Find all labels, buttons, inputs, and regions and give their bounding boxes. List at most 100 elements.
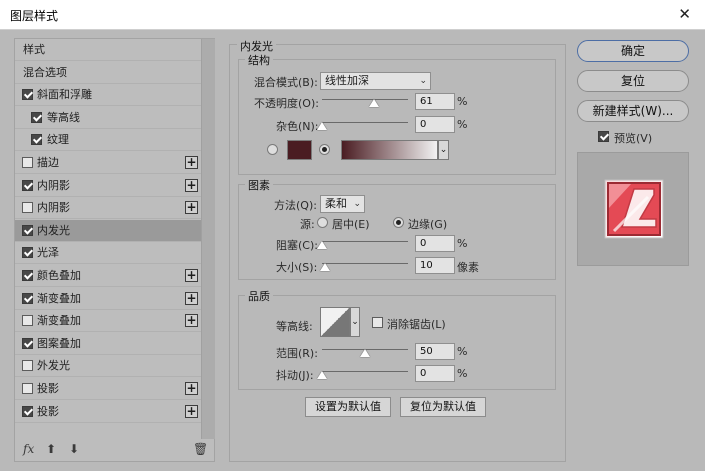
layer-style-item[interactable]: 纹理: [15, 129, 201, 152]
method-select[interactable]: 柔和 ⌄: [320, 195, 365, 213]
trash-icon[interactable]: 🗑: [193, 442, 208, 456]
opacity-input[interactable]: 61: [415, 93, 455, 110]
layer-style-item[interactable]: 渐变叠加 +: [15, 310, 201, 333]
style-item-label: 混合选项: [23, 65, 67, 79]
style-item-label: 纹理: [47, 133, 69, 147]
style-item-label: 内阴影: [37, 178, 70, 192]
layer-style-item[interactable]: 描边 +: [15, 152, 201, 174]
quality-title: 品质: [245, 288, 273, 304]
layer-style-item[interactable]: 等高线: [15, 107, 201, 129]
style-checkbox[interactable]: [22, 157, 33, 168]
size-input[interactable]: 10: [415, 257, 455, 274]
size-slider-thumb[interactable]: [320, 263, 331, 271]
style-checkbox[interactable]: [22, 405, 33, 417]
styles-list-scrollbar[interactable]: [201, 39, 215, 439]
style-checkbox[interactable]: [22, 315, 33, 327]
jitter-slider[interactable]: [322, 371, 408, 372]
range-slider-thumb[interactable]: [360, 349, 370, 357]
range-label: 范围(R):: [276, 347, 318, 360]
source-center-radio[interactable]: [317, 217, 328, 228]
reset-default-button[interactable]: 复位为默认值: [400, 397, 486, 417]
add-effect-icon[interactable]: +: [185, 178, 198, 192]
move-down-icon[interactable]: ⬇: [69, 442, 79, 456]
source-edge-radio[interactable]: [393, 217, 404, 228]
anti-alias-label[interactable]: 消除锯齿(L): [387, 316, 446, 332]
blend-mode-select[interactable]: 线性加深 ⌄: [320, 72, 431, 90]
noise-slider[interactable]: [322, 122, 408, 123]
style-checkbox[interactable]: [22, 383, 33, 394]
layer-style-item[interactable]: 内阴影 +: [15, 197, 201, 220]
layer-style-item[interactable]: 渐变叠加 +: [15, 288, 201, 310]
choke-input[interactable]: 0: [415, 235, 455, 252]
add-effect-icon[interactable]: +: [185, 291, 198, 305]
add-effect-icon[interactable]: +: [185, 269, 198, 282]
choke-slider[interactable]: [322, 241, 408, 242]
gradient-radio[interactable]: [319, 144, 330, 155]
new-style-button[interactable]: 新建样式(W)...: [577, 100, 689, 122]
choke-slider-thumb[interactable]: [317, 241, 327, 249]
contour-dropdown-icon[interactable]: ⌄: [350, 307, 360, 337]
layer-style-item[interactable]: 内发光: [15, 219, 201, 242]
style-checkbox[interactable]: [31, 134, 42, 146]
layer-style-item[interactable]: 内阴影 +: [15, 175, 201, 197]
opacity-slider-thumb[interactable]: [369, 99, 380, 107]
add-effect-icon[interactable]: +: [185, 201, 198, 215]
range-input[interactable]: 50: [415, 343, 455, 360]
style-item-label: 投影: [37, 404, 59, 418]
style-checkbox[interactable]: [22, 360, 33, 372]
jitter-slider-thumb[interactable]: [317, 371, 327, 379]
layer-style-item[interactable]: 投影 +: [15, 401, 201, 423]
noise-slider-thumb[interactable]: [317, 122, 327, 130]
gradient-dropdown-icon[interactable]: ⌄: [438, 140, 449, 160]
noise-unit: %: [457, 118, 468, 131]
reset-button[interactable]: 复位: [577, 70, 689, 92]
style-checkbox[interactable]: [22, 292, 33, 304]
preview-label[interactable]: 预览(V): [614, 130, 652, 146]
contour-preview[interactable]: [320, 307, 350, 337]
style-checkbox[interactable]: [22, 89, 33, 101]
glow-color-swatch[interactable]: [287, 140, 312, 160]
preview-checkbox[interactable]: [598, 131, 609, 142]
size-label: 大小(S):: [276, 261, 318, 274]
layer-style-item[interactable]: 样式: [15, 39, 201, 61]
style-item-label: 渐变叠加: [37, 291, 81, 305]
add-effect-icon[interactable]: +: [185, 156, 198, 169]
opacity-unit: %: [457, 95, 468, 108]
layer-style-item[interactable]: 斜面和浮雕: [15, 84, 201, 107]
solid-color-radio[interactable]: [267, 144, 278, 155]
layer-style-item[interactable]: 混合选项: [15, 62, 201, 84]
gradient-swatch[interactable]: [341, 140, 438, 160]
layer-style-item[interactable]: 颜色叠加 +: [15, 265, 201, 287]
fx-icon[interactable]: fx: [23, 442, 34, 456]
make-default-button[interactable]: 设置为默认值: [305, 397, 391, 417]
style-item-label: 描边: [37, 156, 59, 169]
move-up-icon[interactable]: ⬆: [46, 442, 56, 456]
structure-title: 结构: [245, 52, 273, 68]
style-checkbox[interactable]: [22, 202, 33, 214]
ok-button[interactable]: 确定: [577, 40, 689, 62]
add-effect-icon[interactable]: +: [185, 314, 198, 328]
source-edge-label[interactable]: 边缘(G): [408, 216, 447, 232]
layer-style-item[interactable]: 图案叠加: [15, 333, 201, 355]
size-slider[interactable]: [322, 263, 408, 264]
jitter-input[interactable]: 0: [415, 365, 455, 382]
close-icon[interactable]: ✕: [678, 5, 691, 23]
layer-style-item[interactable]: 外发光: [15, 355, 201, 378]
style-checkbox[interactable]: [22, 270, 33, 281]
noise-input[interactable]: 0: [415, 116, 455, 133]
add-effect-icon[interactable]: +: [185, 382, 198, 395]
choke-unit: %: [457, 237, 468, 250]
opacity-slider[interactable]: [322, 99, 408, 100]
layer-style-item[interactable]: 投影 +: [15, 378, 201, 400]
style-checkbox[interactable]: [22, 179, 33, 191]
style-checkbox[interactable]: [31, 111, 42, 123]
noise-label: 杂色(N):: [276, 120, 319, 133]
add-effect-icon[interactable]: +: [185, 404, 198, 418]
layer-style-item[interactable]: 光泽: [15, 242, 201, 265]
source-center-label[interactable]: 居中(E): [332, 216, 370, 232]
style-checkbox[interactable]: [22, 224, 33, 236]
style-item-label: 图案叠加: [37, 336, 81, 350]
style-checkbox[interactable]: [22, 247, 33, 259]
style-checkbox[interactable]: [22, 337, 33, 349]
anti-alias-checkbox[interactable]: [372, 317, 383, 328]
